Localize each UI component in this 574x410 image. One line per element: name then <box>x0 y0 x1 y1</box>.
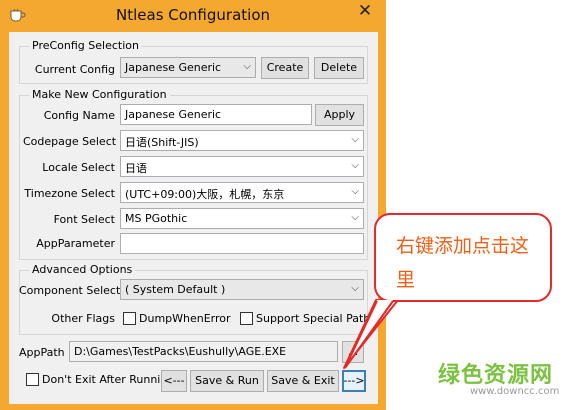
codepage-value: 日语(Shift-JIS) <box>125 136 199 149</box>
config-name-value: Japanese Generic <box>125 108 222 121</box>
dont-exit-label[interactable]: Don't Exit After Running <box>42 373 174 386</box>
support-special-path-checkbox[interactable] <box>240 312 253 325</box>
dropdown-arrow-icon: ⌵ <box>351 134 359 145</box>
close-icon[interactable]: ✕ <box>350 0 380 22</box>
codepage-label: Codepage Select <box>23 135 117 148</box>
dropdown-arrow-icon: ⌵ <box>351 160 359 171</box>
appparameter-input[interactable] <box>120 233 364 254</box>
apply-button[interactable]: Apply <box>315 104 364 126</box>
window-title: Ntleas Configuration <box>116 6 270 24</box>
window-frame: Ntleas Configuration ✕ PreConfig Selecti… <box>0 0 386 410</box>
create-button[interactable]: Create <box>261 57 309 79</box>
next-button[interactable]: ---> <box>342 370 366 392</box>
dropdown-arrow-icon: ⌵ <box>351 212 359 223</box>
apppath-input[interactable]: D:\Games\TestPacks\Eushully\AGE.EXE <box>69 341 338 362</box>
current-config-value: Japanese Generic <box>125 61 222 74</box>
timezone-label: Timezone Select <box>24 187 115 200</box>
apppath-label: AppPath <box>19 346 65 359</box>
save-and-exit-button[interactable]: Save & Exit <box>267 370 339 392</box>
dont-exit-checkbox[interactable] <box>26 373 39 386</box>
callout-box: 右键添加点击这里 <box>374 213 552 302</box>
callout-text: 右键添加点击这里 <box>396 235 530 291</box>
newconfig-legend: Make New Configuration <box>29 88 170 101</box>
locale-value: 日语 <box>125 162 147 175</box>
appparameter-label: AppParameter <box>36 237 115 250</box>
other-flags-label: Other Flags <box>51 312 115 325</box>
save-and-run-button[interactable]: Save & Run <box>190 370 264 392</box>
timezone-value: (UTC+09:00)大阪，札幌，东京 <box>125 188 285 201</box>
title-bar[interactable]: Ntleas Configuration ✕ <box>0 0 386 32</box>
current-config-select[interactable]: Japanese Generic ⌵ <box>120 57 256 78</box>
component-label: Component Select <box>19 284 121 297</box>
config-name-input[interactable]: Japanese Generic <box>120 104 312 125</box>
dump-when-error-label[interactable]: DumpWhenError <box>139 312 231 325</box>
delete-button[interactable]: Delete <box>314 57 364 79</box>
timezone-select[interactable]: (UTC+09:00)大阪，札幌，东京 ⌵ <box>120 182 364 203</box>
locale-select[interactable]: 日语 ⌵ <box>120 156 364 177</box>
codepage-select[interactable]: 日语(Shift-JIS) ⌵ <box>120 130 364 151</box>
dropdown-arrow-icon: ⌵ <box>351 186 359 197</box>
component-value: ( System Default ) <box>125 283 226 296</box>
callout-pointer-cover <box>344 300 394 369</box>
advanced-legend: Advanced Options <box>29 263 136 276</box>
component-select[interactable]: ( System Default ) ⌵ <box>120 279 364 300</box>
locale-label: Locale Select <box>42 161 115 174</box>
dump-when-error-checkbox[interactable] <box>123 312 136 325</box>
client-area: PreConfig Selection Current Config Japan… <box>9 32 378 404</box>
preconfig-legend: PreConfig Selection <box>29 39 142 52</box>
font-label: Font Select <box>53 213 115 226</box>
prev-button[interactable]: <--- <box>161 370 187 392</box>
font-value: MS PGothic <box>125 212 188 225</box>
font-select[interactable]: MS PGothic ⌵ <box>120 208 364 229</box>
watermark-logo-text: 绿色资源网 <box>438 363 554 388</box>
dropdown-arrow-icon: ⌵ <box>243 61 251 72</box>
config-name-label: Config Name <box>43 109 115 122</box>
apppath-value: D:\Games\TestPacks\Eushully\AGE.EXE <box>74 345 287 358</box>
watermark-url: www.downcc.com <box>470 386 560 397</box>
current-config-label: Current Config <box>34 63 115 76</box>
